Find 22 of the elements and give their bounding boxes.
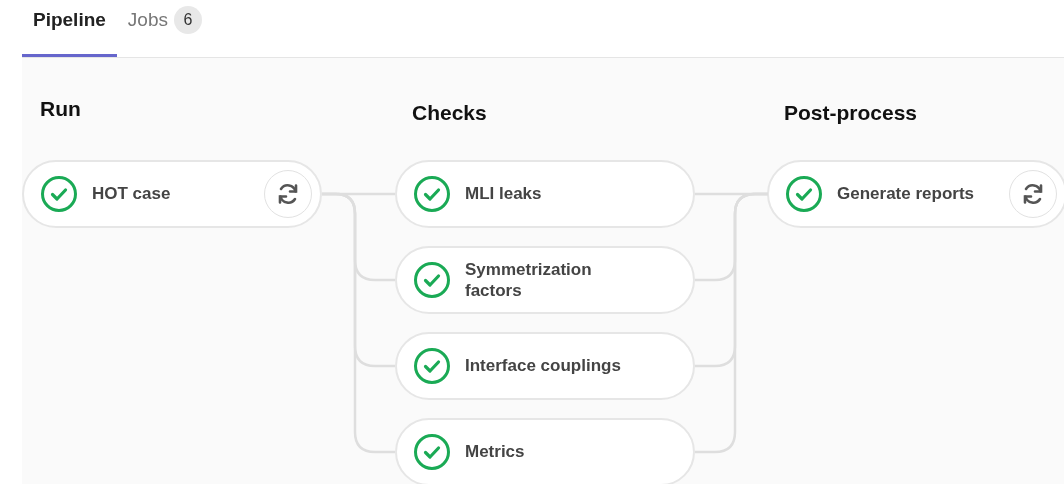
- refresh-icon: [1021, 182, 1045, 206]
- job-name: Symmetrization factors: [465, 258, 593, 302]
- job-card[interactable]: Generate reports: [767, 160, 1064, 228]
- stage-title: Run: [39, 96, 82, 122]
- stage-title: Post-process: [783, 100, 919, 126]
- refresh-icon: [276, 182, 300, 206]
- count-badge: 6: [174, 5, 202, 34]
- tab[interactable]: Jobs 6: [116, 0, 213, 57]
- tab[interactable]: Pipeline: [22, 0, 117, 57]
- job-card[interactable]: Interface couplings: [395, 332, 695, 400]
- job-name: Interface couplings: [465, 355, 622, 377]
- job-card[interactable]: HOT case: [22, 160, 322, 228]
- job-name: HOT case: [92, 183, 172, 205]
- job-card[interactable]: MLI leaks: [395, 160, 695, 228]
- stage-title: Checks: [411, 100, 488, 126]
- job-name: MLI leaks: [465, 183, 543, 205]
- retry-button[interactable]: [1009, 170, 1057, 218]
- job-card[interactable]: Metrics: [395, 418, 695, 484]
- job-card[interactable]: Symmetrization factors: [395, 246, 695, 314]
- job-name: Metrics: [465, 441, 526, 463]
- job-name: Generate reports: [837, 183, 975, 205]
- retry-button[interactable]: [264, 170, 312, 218]
